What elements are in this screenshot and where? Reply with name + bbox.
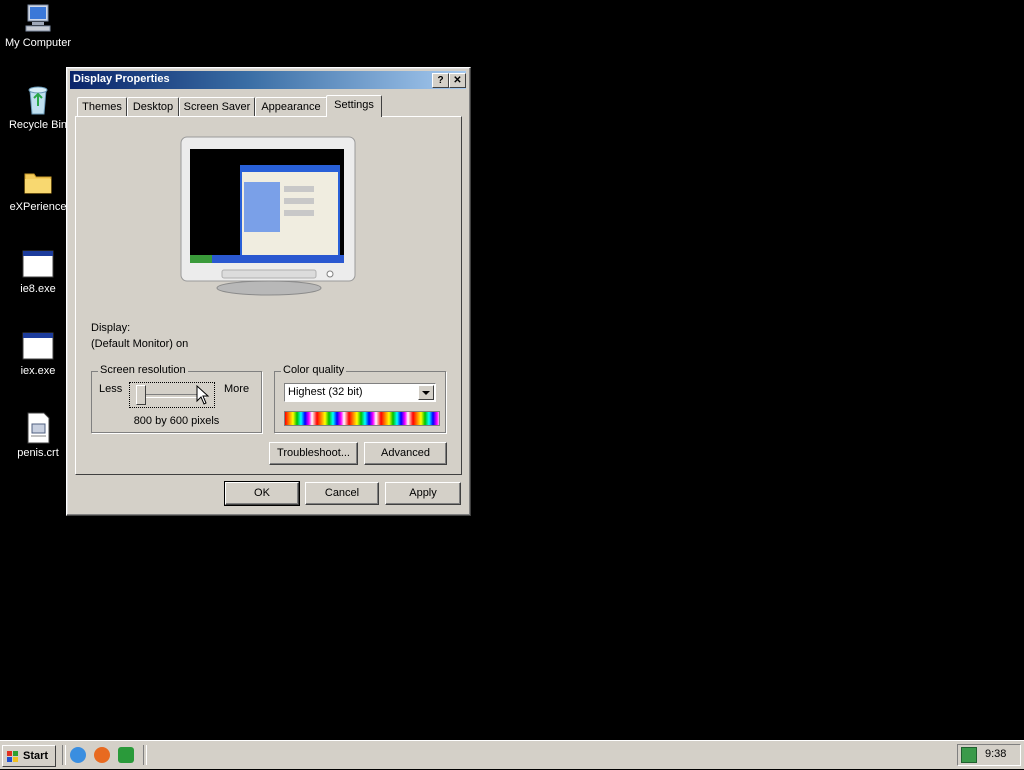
quick-launch-divider [62,745,66,765]
windows-logo-icon [7,750,19,770]
color-quality-group: Color quality Highest (32 bit) [274,364,446,433]
color-quality-label: Color quality [281,364,347,376]
title-bar[interactable]: Display Properties ? ✕ [70,71,466,89]
desktop-icon-my-computer[interactable]: My Computer [0,2,76,49]
slider-thumb[interactable] [136,385,146,405]
desktop-icon-label: ie8.exe [20,283,56,295]
resolution-value: 800 by 600 pixels [133,415,220,427]
display-value: (Default Monitor) on [91,338,189,350]
more-label: More [224,383,250,395]
display-label: Display: [91,322,131,334]
desktop-icon-label: penis.crt [17,447,59,459]
close-button[interactable]: ✕ [449,73,466,88]
system-tray: 9:38 [957,744,1021,766]
window-icon [22,248,54,280]
help-button[interactable]: ? [432,73,449,88]
tab-themes[interactable]: Themes [77,97,127,116]
monitor-preview [180,136,358,296]
cancel-button[interactable]: Cancel [305,482,379,505]
desktop-icon-iex[interactable]: iex.exe [0,330,76,377]
quick-launch-divider [143,745,147,765]
desktop-icon-label: My Computer [4,37,72,49]
settings-panel: Display: (Default Monitor) on Screen res… [75,116,462,475]
chevron-down-icon [422,391,430,395]
recycle-bin-icon [22,84,54,116]
troubleshoot-button[interactable]: Troubleshoot... [269,442,358,465]
tab-appearance[interactable]: Appearance [255,97,327,116]
taskbar: Start 9:38 [0,740,1024,769]
desktop-icon-penis-crt[interactable]: penis.crt [0,412,76,459]
color-quality-value: Highest (32 bit) [288,386,363,398]
apply-button[interactable]: Apply [385,482,461,505]
window-icon [22,330,54,362]
screen-resolution-label: Screen resolution [98,364,188,376]
computer-icon [22,2,54,34]
desktop-icon-label: Recycle Bin [8,119,68,131]
tab-settings[interactable]: Settings [326,95,382,117]
desktop-icon-recycle-bin[interactable]: Recycle Bin [0,84,76,131]
certificate-icon [22,412,54,444]
clock[interactable]: 9:38 [985,748,1006,760]
show-desktop-icon[interactable] [118,747,134,763]
mouse-pointer-icon [196,384,210,408]
internet-explorer-icon[interactable] [70,747,86,763]
advanced-button[interactable]: Advanced [364,442,447,465]
desktop-icon-label: iex.exe [20,365,56,377]
media-player-icon[interactable] [94,747,110,763]
color-spectrum-bar [284,411,440,426]
folder-icon [22,166,54,198]
start-label: Start [23,750,49,762]
ok-button[interactable]: OK [224,481,300,506]
resolution-slider[interactable] [129,382,215,408]
start-button[interactable]: Start [2,745,56,767]
window-title: Display Properties [73,73,170,85]
desktop-icon-experience[interactable]: eXPerience [0,166,76,213]
color-quality-select[interactable]: Highest (32 bit) [284,383,436,402]
desktop-icon-label: eXPerience [9,201,67,213]
network-icon[interactable] [961,747,977,763]
less-label: Less [99,383,123,395]
screen-resolution-group: Screen resolution Less More 800 by 600 p… [91,364,262,433]
dropdown-arrow-button[interactable] [418,385,434,400]
display-properties-window: Display Properties ? ✕ Themes Desktop Sc… [66,67,471,516]
tab-screen-saver[interactable]: Screen Saver [179,97,255,116]
desktop-icon-ie8[interactable]: ie8.exe [0,248,76,295]
tab-desktop[interactable]: Desktop [127,97,179,116]
